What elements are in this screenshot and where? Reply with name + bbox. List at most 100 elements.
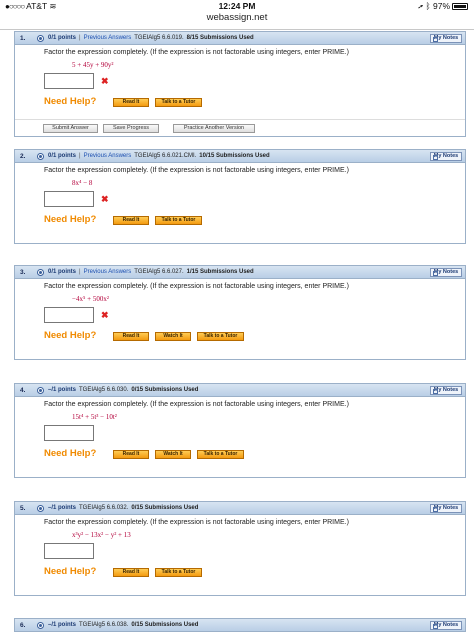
question-prompt: Factor the expression completely. (If th… bbox=[44, 401, 349, 408]
answer-input[interactable] bbox=[44, 425, 94, 441]
expression: 8x⁴ − 8 bbox=[72, 179, 93, 187]
points-radio-icon bbox=[37, 622, 44, 629]
answer-input[interactable] bbox=[44, 307, 94, 323]
points-radio-icon bbox=[37, 153, 44, 160]
save-progress-button[interactable]: Save Progress bbox=[103, 124, 159, 133]
my-notes-button[interactable]: My Notes bbox=[430, 34, 462, 43]
submissions-used: 0/15 Submissions Used bbox=[131, 387, 199, 393]
expression: 5 + 45y + 90y² bbox=[72, 61, 114, 69]
question-prompt: Factor the expression completely. (If th… bbox=[44, 519, 349, 526]
question-header: 2. 0/1 points | Previous Answers TGEIAlg5 6… bbox=[15, 150, 465, 163]
divider bbox=[0, 29, 474, 30]
points-label: –/1 points bbox=[48, 622, 77, 628]
question-code: TGEIAlg5 6.6.030. bbox=[79, 387, 129, 393]
points-radio-icon bbox=[37, 387, 44, 394]
answer-input[interactable] bbox=[44, 543, 94, 559]
my-notes-button[interactable]: My Notes bbox=[430, 621, 462, 630]
submissions-used: 1/15 Submissions Used bbox=[186, 269, 254, 275]
battery-icon bbox=[452, 3, 468, 11]
previous-answers-link[interactable]: Previous Answers bbox=[84, 153, 132, 159]
question-number: 1. bbox=[20, 35, 26, 42]
submit-answer-button[interactable]: Submit Answer bbox=[43, 124, 98, 133]
points-label: 0/1 points bbox=[48, 153, 77, 159]
previous-answers-link[interactable]: Previous Answers bbox=[84, 269, 132, 275]
need-help-label: Need Help? bbox=[44, 330, 97, 341]
question-number: 4. bbox=[20, 387, 26, 394]
question-1: 1. 0/1 points | Previous Answers TGEIAlg5 6… bbox=[14, 31, 466, 137]
read-it-button[interactable]: Read It bbox=[113, 450, 149, 459]
question-meta: –/1 points TGEIAlg5 6.6.038. 0/15 Submissi… bbox=[48, 619, 198, 632]
expression: −4x⁵ + 500x² bbox=[72, 295, 109, 303]
incorrect-icon: ✖ bbox=[101, 310, 109, 320]
points-label: 0/1 points bbox=[48, 35, 77, 41]
question-prompt: Factor the expression completely. (If th… bbox=[44, 49, 349, 56]
points-radio-icon bbox=[37, 35, 44, 42]
separator: | bbox=[79, 269, 81, 275]
question-code: TGEIAlg5 6.6.038. bbox=[79, 622, 129, 628]
question-code: TGEIAlg5 6.6.021.CMI. bbox=[134, 153, 197, 159]
read-it-button[interactable]: Read It bbox=[113, 568, 149, 577]
question-code: TGEIAlg5 6.6.032. bbox=[79, 505, 129, 511]
question-number: 2. bbox=[20, 153, 26, 160]
question-code: TGEIAlg5 6.6.027. bbox=[134, 269, 184, 275]
practice-another-version-button[interactable]: Practice Another Version bbox=[173, 124, 255, 133]
watch-it-button[interactable]: Watch It bbox=[155, 450, 191, 459]
question-meta: –/1 points TGEIAlg5 6.6.032. 0/15 Submissi… bbox=[48, 502, 198, 515]
question-number: 3. bbox=[20, 269, 26, 276]
submissions-used: 10/15 Submissions Used bbox=[199, 153, 270, 159]
question-header: 1. 0/1 points | Previous Answers TGEIAlg5 6… bbox=[15, 32, 465, 45]
points-radio-icon bbox=[37, 505, 44, 512]
question-header: 5. –/1 points TGEIAlg5 6.6.032. 0/15 Submi… bbox=[15, 502, 465, 515]
expression: x³y² − 13x² − y² + 13 bbox=[72, 531, 131, 539]
talk-to-tutor-button[interactable]: Talk to a Tutor bbox=[155, 568, 202, 577]
question-meta: –/1 points TGEIAlg5 6.6.030. 0/15 Submissi… bbox=[48, 384, 198, 397]
bluetooth-icon: ᛒ bbox=[425, 1, 431, 11]
my-notes-button[interactable]: My Notes bbox=[430, 504, 462, 513]
question-meta: 0/1 points | Previous Answers TGEIAlg5 6.6.… bbox=[48, 32, 254, 45]
question-header: 4. –/1 points TGEIAlg5 6.6.030. 0/15 Submi… bbox=[15, 384, 465, 397]
incorrect-icon: ✖ bbox=[101, 194, 109, 204]
talk-to-tutor-button[interactable]: Talk to a Tutor bbox=[155, 98, 202, 107]
read-it-button[interactable]: Read It bbox=[113, 216, 149, 225]
my-notes-button[interactable]: My Notes bbox=[430, 386, 462, 395]
need-help-label: Need Help? bbox=[44, 96, 97, 107]
talk-to-tutor-button[interactable]: Talk to a Tutor bbox=[197, 450, 244, 459]
points-label: 0/1 points bbox=[48, 269, 77, 275]
question-meta: 0/1 points | Previous Answers TGEIAlg5 6.6.… bbox=[48, 150, 270, 163]
need-help-label: Need Help? bbox=[44, 566, 97, 577]
clock: 12:24 PM bbox=[218, 1, 256, 11]
need-help-label: Need Help? bbox=[44, 214, 97, 225]
previous-answers-link[interactable]: Previous Answers bbox=[84, 35, 132, 41]
question-prompt: Factor the expression completely. (If th… bbox=[44, 283, 349, 290]
question-6: 6. –/1 points TGEIAlg5 6.6.038. 0/15 Submi… bbox=[14, 618, 466, 632]
battery-percent: 97% bbox=[432, 1, 450, 11]
question-code: TGEIAlg5 6.6.019. bbox=[134, 35, 184, 41]
my-notes-button[interactable]: My Notes bbox=[430, 268, 462, 277]
question-3: 3. 0/1 points | Previous Answers TGEIAlg5 6… bbox=[14, 265, 466, 360]
question-5: 5. –/1 points TGEIAlg5 6.6.032. 0/15 Submi… bbox=[14, 501, 466, 596]
question-header: 6. –/1 points TGEIAlg5 6.6.038. 0/15 Submi… bbox=[15, 619, 465, 632]
expression: 15t⁴ + 5t³ − 10t² bbox=[72, 413, 117, 421]
question-prompt: Factor the expression completely. (If th… bbox=[44, 167, 349, 174]
watch-it-button[interactable]: Watch It bbox=[155, 332, 191, 341]
read-it-button[interactable]: Read It bbox=[113, 332, 149, 341]
points-label: –/1 points bbox=[48, 505, 77, 511]
incorrect-icon: ✖ bbox=[101, 76, 109, 86]
talk-to-tutor-button[interactable]: Talk to a Tutor bbox=[155, 216, 202, 225]
separator: | bbox=[79, 153, 81, 159]
submissions-used: 8/15 Submissions Used bbox=[186, 35, 254, 41]
action-row: Submit Answer Save Progress Practice Ano… bbox=[15, 119, 465, 133]
question-header: 3. 0/1 points | Previous Answers TGEIAlg5 6… bbox=[15, 266, 465, 279]
question-meta: 0/1 points | Previous Answers TGEIAlg5 6.6.… bbox=[48, 266, 254, 279]
location-icon: ➚ bbox=[418, 1, 424, 11]
submissions-used: 0/15 Submissions Used bbox=[131, 622, 199, 628]
points-radio-icon bbox=[37, 269, 44, 276]
talk-to-tutor-button[interactable]: Talk to a Tutor bbox=[197, 332, 244, 341]
answer-input[interactable] bbox=[44, 73, 94, 89]
read-it-button[interactable]: Read It bbox=[113, 98, 149, 107]
separator: | bbox=[79, 35, 81, 41]
url-bar[interactable]: webassign.net bbox=[0, 12, 474, 28]
question-number: 5. bbox=[20, 505, 26, 512]
answer-input[interactable] bbox=[44, 191, 94, 207]
my-notes-button[interactable]: My Notes bbox=[430, 152, 462, 161]
